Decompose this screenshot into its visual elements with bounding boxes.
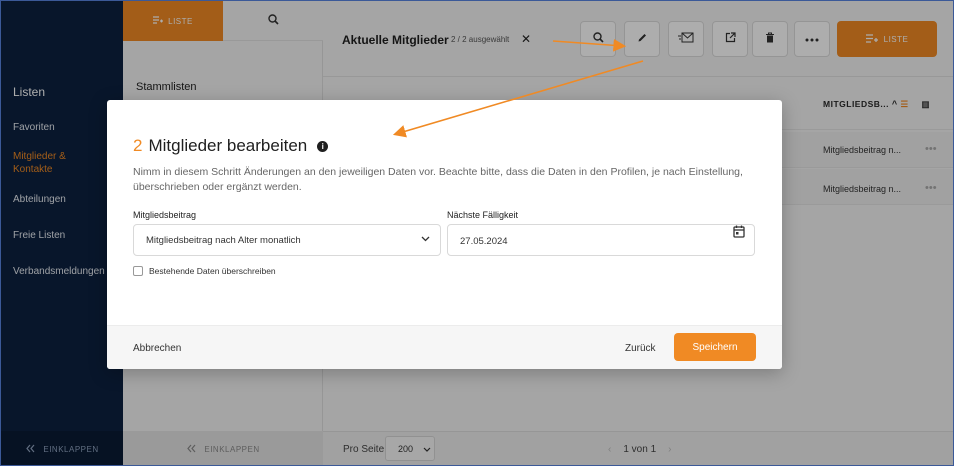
dialog-title-count: 2 — [133, 136, 143, 155]
overwrite-checkbox[interactable] — [133, 266, 143, 276]
due-date-field-label: Nächste Fälligkeit — [447, 210, 519, 220]
overwrite-checkbox-row: Bestehende Daten überschreiben — [133, 266, 276, 276]
dialog-title: 2 Mitglieder bearbeiten i — [133, 136, 329, 156]
info-icon[interactable]: i — [317, 140, 329, 152]
dialog-description: Nimm in diesem Schritt Änderungen an den… — [133, 166, 743, 193]
cancel-button[interactable]: Abbrechen — [133, 343, 181, 354]
due-date-input[interactable]: 27.05.2024 — [447, 224, 755, 256]
calendar-icon[interactable] — [733, 225, 745, 241]
back-button[interactable]: Zurück — [625, 343, 656, 354]
dialog-footer: Abbrechen Zurück Speichern — [107, 325, 782, 369]
fee-field-label: Mitgliedsbeitrag — [133, 210, 197, 220]
dialog-title-text: Mitglieder bearbeiten — [148, 136, 308, 155]
fee-select-value: Mitgliedsbeitrag nach Alter monatlich — [146, 234, 301, 246]
overwrite-checkbox-label: Bestehende Daten überschreiben — [149, 266, 276, 276]
save-button[interactable]: Speichern — [674, 333, 756, 361]
edit-members-dialog: 2 Mitglieder bearbeiten i Nimm in diesem… — [107, 100, 782, 369]
due-date-value: 27.05.2024 — [460, 235, 508, 247]
chevron-down-icon — [421, 234, 430, 244]
fee-select[interactable]: Mitgliedsbeitrag nach Alter monatlich — [133, 224, 441, 256]
app-window: Listen Favoriten Mitglieder & Kontakte A… — [0, 0, 954, 466]
